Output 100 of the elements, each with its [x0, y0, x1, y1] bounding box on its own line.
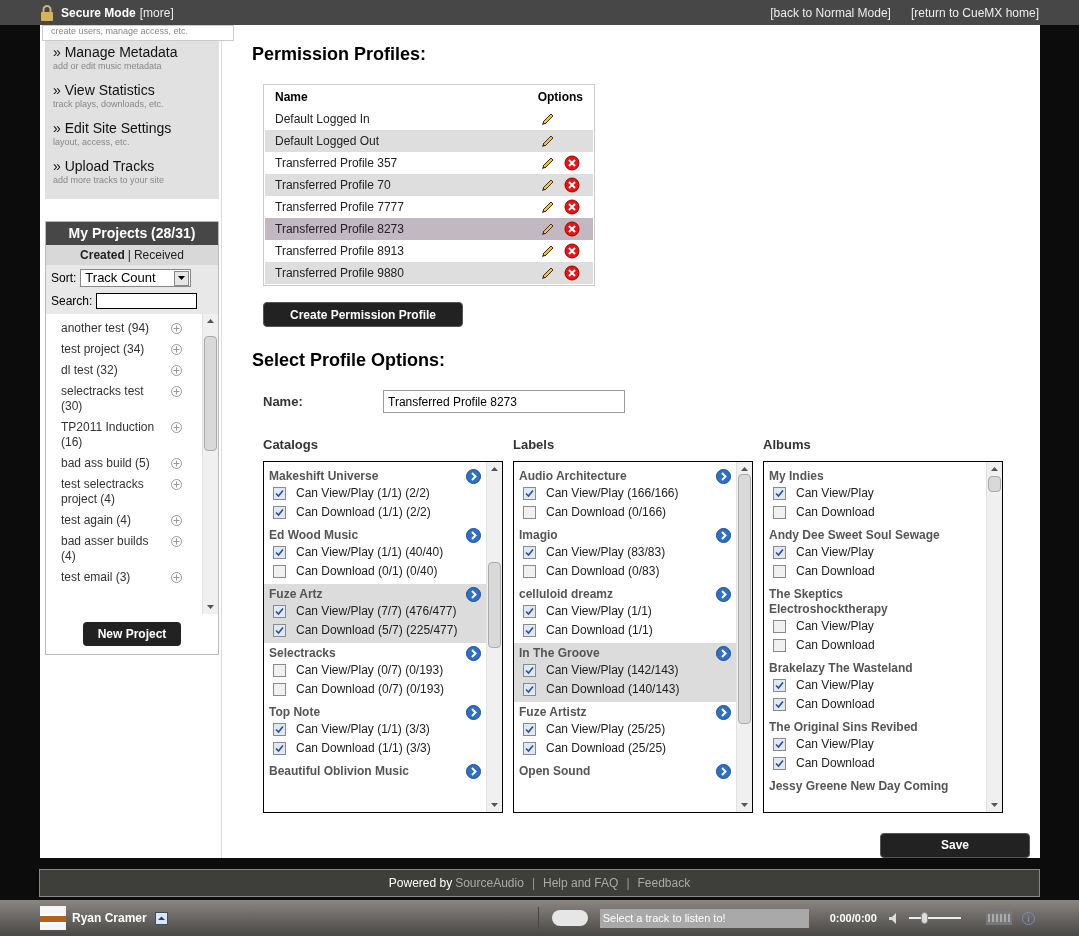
arrow-circle-icon[interactable]	[716, 704, 731, 720]
arrow-circle-icon[interactable]	[716, 645, 731, 661]
menu-item[interactable]: » Manage Metadata add or edit music metadata	[45, 41, 219, 75]
delete-icon[interactable]	[564, 199, 580, 215]
project-item[interactable]: test selectracks project (4)	[61, 477, 166, 507]
sort-select[interactable]: Track Count	[80, 269, 192, 287]
create-profile-button[interactable]: Create Permission Profile	[263, 302, 463, 327]
toggle-pill[interactable]	[551, 910, 588, 926]
checkbox[interactable]	[273, 604, 286, 618]
add-circle-icon[interactable]	[171, 365, 182, 376]
pencil-icon[interactable]	[540, 265, 556, 281]
arrow-circle-icon[interactable]	[466, 527, 481, 543]
add-circle-icon[interactable]	[171, 572, 182, 583]
checkbox[interactable]	[523, 741, 536, 755]
delete-icon[interactable]	[564, 177, 580, 193]
scroll-thumb[interactable]	[988, 475, 1001, 492]
checkbox[interactable]	[273, 505, 286, 519]
scroll-down-icon[interactable]	[741, 802, 748, 807]
arrow-circle-icon[interactable]	[466, 704, 481, 720]
delete-icon[interactable]	[564, 265, 580, 281]
checkbox[interactable]	[523, 505, 536, 519]
arrow-circle-icon[interactable]	[716, 527, 731, 543]
scroll-down-icon[interactable]	[491, 802, 498, 807]
scrollbar[interactable]	[486, 461, 502, 812]
add-circle-icon[interactable]	[171, 344, 182, 355]
arrow-circle-icon[interactable]	[466, 645, 481, 661]
checkbox[interactable]	[523, 486, 536, 500]
delete-icon[interactable]	[564, 155, 580, 171]
delete-icon[interactable]	[564, 243, 580, 259]
menu-item[interactable]: create users, manage access, etc.	[42, 25, 234, 41]
checkbox[interactable]	[773, 545, 786, 559]
checkbox[interactable]	[273, 545, 286, 559]
arrow-circle-icon[interactable]	[466, 586, 481, 602]
checkbox[interactable]	[773, 737, 786, 751]
arrow-circle-icon[interactable]	[716, 763, 731, 779]
profile-row[interactable]: Transferred Profile 70	[265, 174, 593, 196]
checkbox[interactable]	[273, 486, 286, 500]
pencil-icon[interactable]	[540, 133, 556, 149]
scroll-up-icon[interactable]	[741, 466, 748, 471]
scroll-thumb[interactable]	[488, 561, 501, 648]
profile-row[interactable]: Transferred Profile 9880	[265, 262, 593, 284]
project-item[interactable]: test project (34)	[61, 342, 166, 357]
save-button[interactable]: Save	[880, 832, 1030, 858]
add-circle-icon[interactable]	[171, 515, 182, 526]
checkbox[interactable]	[273, 564, 286, 578]
add-circle-icon[interactable]	[171, 422, 182, 433]
pencil-icon[interactable]	[540, 243, 556, 259]
checkbox[interactable]	[773, 619, 786, 633]
projects-tab[interactable]: Created	[80, 246, 125, 264]
arrow-circle-icon[interactable]	[716, 586, 731, 602]
add-circle-icon[interactable]	[171, 458, 182, 469]
arrow-circle-icon[interactable]	[716, 468, 731, 484]
footer-link[interactable]: Feedback	[637, 874, 691, 892]
checkbox[interactable]	[523, 564, 536, 578]
checkbox[interactable]	[523, 663, 536, 677]
project-item[interactable]: TP2011 Induction (16)	[61, 420, 166, 450]
arrow-circle-icon[interactable]	[466, 763, 481, 779]
checkbox[interactable]	[773, 486, 786, 500]
add-circle-icon[interactable]	[171, 386, 182, 397]
checkbox[interactable]	[273, 741, 286, 755]
pencil-icon[interactable]	[540, 155, 556, 171]
checkbox[interactable]	[523, 604, 536, 618]
checkbox[interactable]	[773, 678, 786, 692]
checkbox[interactable]	[773, 697, 786, 711]
scroll-down-icon[interactable]	[207, 605, 214, 609]
menu-item[interactable]: » Edit Site Settings layout, access, etc.	[45, 117, 219, 151]
checkbox[interactable]	[273, 623, 286, 637]
arrow-circle-icon[interactable]	[466, 468, 481, 484]
checkbox[interactable]	[773, 756, 786, 770]
profile-row[interactable]: Default Logged Out	[265, 130, 593, 152]
checkbox[interactable]	[273, 682, 286, 696]
expand-icon[interactable]	[154, 911, 168, 925]
scroll-up-icon[interactable]	[491, 466, 498, 471]
footer-link[interactable]: SourceAudio	[455, 874, 524, 892]
top-link[interactable]: [back to Normal Mode]	[770, 3, 891, 22]
scrollbar[interactable]	[736, 461, 752, 812]
track-field[interactable]: Select a track to listen to!	[599, 908, 809, 928]
menu-item[interactable]: » View Statistics track plays, downloads, etc.	[45, 79, 219, 113]
project-item[interactable]: test again (4)	[61, 513, 166, 528]
checkbox[interactable]	[523, 682, 536, 696]
add-circle-icon[interactable]	[171, 323, 182, 334]
name-field[interactable]: Transferred Profile 8273	[383, 390, 625, 413]
more-link[interactable]: [more]	[139, 3, 174, 22]
pencil-icon[interactable]	[540, 111, 556, 127]
checkbox[interactable]	[523, 722, 536, 736]
checkbox[interactable]	[773, 505, 786, 519]
checkbox[interactable]	[273, 722, 286, 736]
project-item[interactable]: another test (94)	[61, 321, 166, 336]
new-project-button[interactable]: New Project	[82, 622, 182, 646]
projects-tab[interactable]: Received	[133, 246, 184, 264]
footer-link[interactable]: Help and FAQ	[543, 874, 619, 892]
project-item[interactable]: bad ass build (5)	[61, 456, 166, 471]
scrollbar[interactable]	[202, 314, 218, 614]
project-item[interactable]: test email (3)	[61, 570, 166, 585]
pencil-icon[interactable]	[540, 199, 556, 215]
add-circle-icon[interactable]	[171, 536, 182, 547]
search-field[interactable]	[96, 293, 198, 309]
scroll-down-icon[interactable]	[991, 802, 998, 807]
profile-row[interactable]: Transferred Profile 8273	[265, 218, 593, 240]
delete-icon[interactable]	[564, 221, 580, 237]
